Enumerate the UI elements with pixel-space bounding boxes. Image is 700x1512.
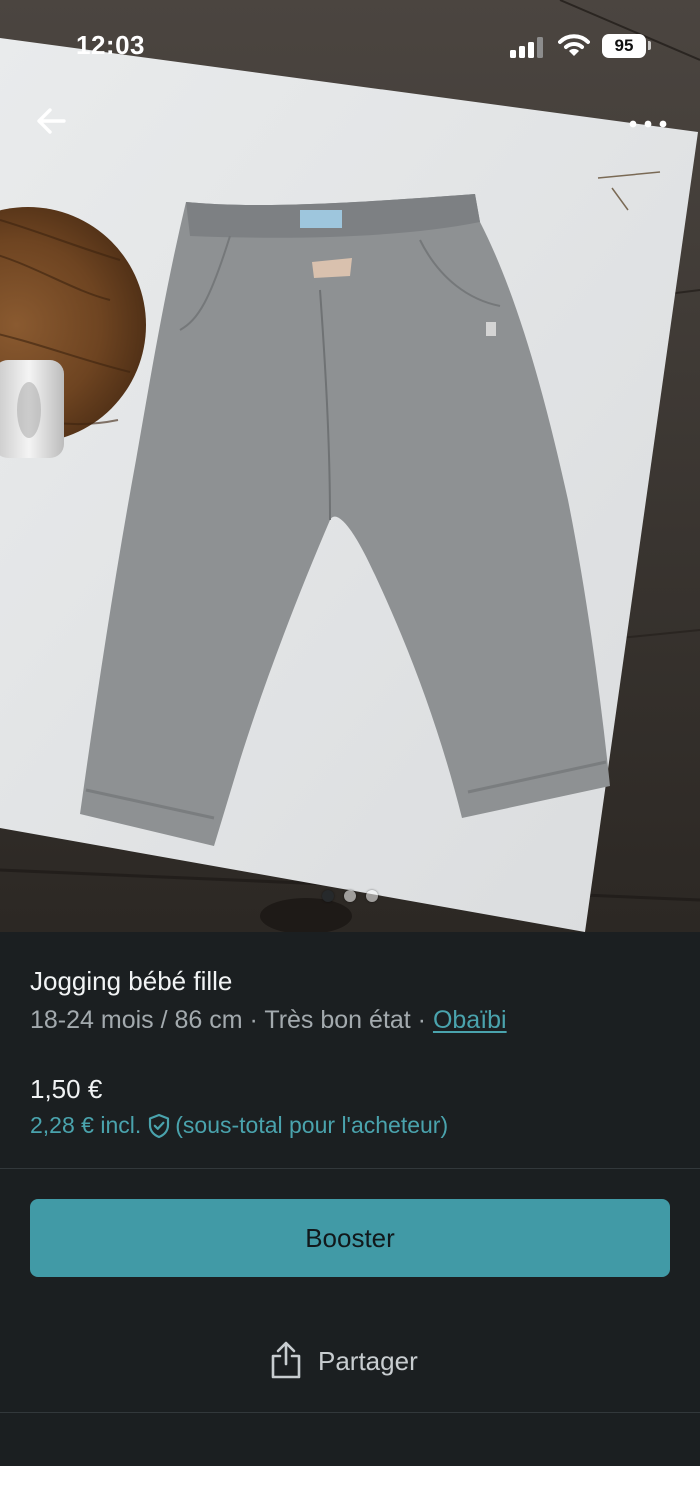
page-dot-1[interactable] — [322, 890, 334, 902]
item-details: Jogging bébé fille 18-24 mois / 86 cm · … — [0, 932, 700, 1168]
booster-button[interactable]: Booster — [30, 1199, 670, 1277]
product-image — [0, 0, 700, 932]
share-label: Partager — [318, 1346, 418, 1376]
page-dot-3[interactable] — [366, 890, 378, 902]
battery-icon: 95 — [602, 34, 646, 58]
status-bar: 12:03 95 — [0, 0, 700, 96]
back-button[interactable] — [28, 100, 74, 146]
back-arrow-icon — [37, 108, 66, 134]
item-title: Jogging bébé fille — [30, 966, 233, 996]
buyer-price-note: (sous-total pour l'acheteur) — [175, 1112, 449, 1138]
wifi-icon — [558, 34, 590, 56]
bottom-strip — [0, 1466, 700, 1512]
battery-cap — [648, 41, 651, 50]
buyer-price: 2,28 € incl. — [30, 1112, 142, 1138]
item-condition: Très bon état — [264, 1006, 411, 1034]
item-meta: 18-24 mois / 86 cm · Très bon état · Oba… — [30, 1006, 507, 1035]
more-options-button[interactable] — [620, 104, 676, 144]
gallery-pagination[interactable] — [318, 888, 382, 904]
shield-check-icon — [149, 1113, 170, 1138]
buyer-price-info[interactable]: 2,28 € incl. (sous-total pour l'acheteur… — [30, 1112, 448, 1139]
brand-link[interactable]: Obaïbi — [433, 1006, 507, 1034]
product-photo[interactable]: 12:03 95 — [0, 0, 700, 932]
meta-separator: · — [410, 1006, 433, 1034]
divider — [0, 1168, 700, 1169]
page-dot-2[interactable] — [344, 890, 356, 902]
share-icon — [271, 1341, 301, 1379]
item-price: 1,50 € — [30, 1074, 103, 1104]
more-options-icon — [629, 120, 667, 128]
item-size: 18-24 mois / 86 cm — [30, 1006, 243, 1034]
divider — [0, 1412, 700, 1413]
signal-icon — [510, 37, 543, 58]
meta-separator: · — [242, 1006, 265, 1034]
share-button[interactable]: Partager — [260, 1332, 450, 1390]
status-time: 12:03 — [76, 30, 145, 60]
